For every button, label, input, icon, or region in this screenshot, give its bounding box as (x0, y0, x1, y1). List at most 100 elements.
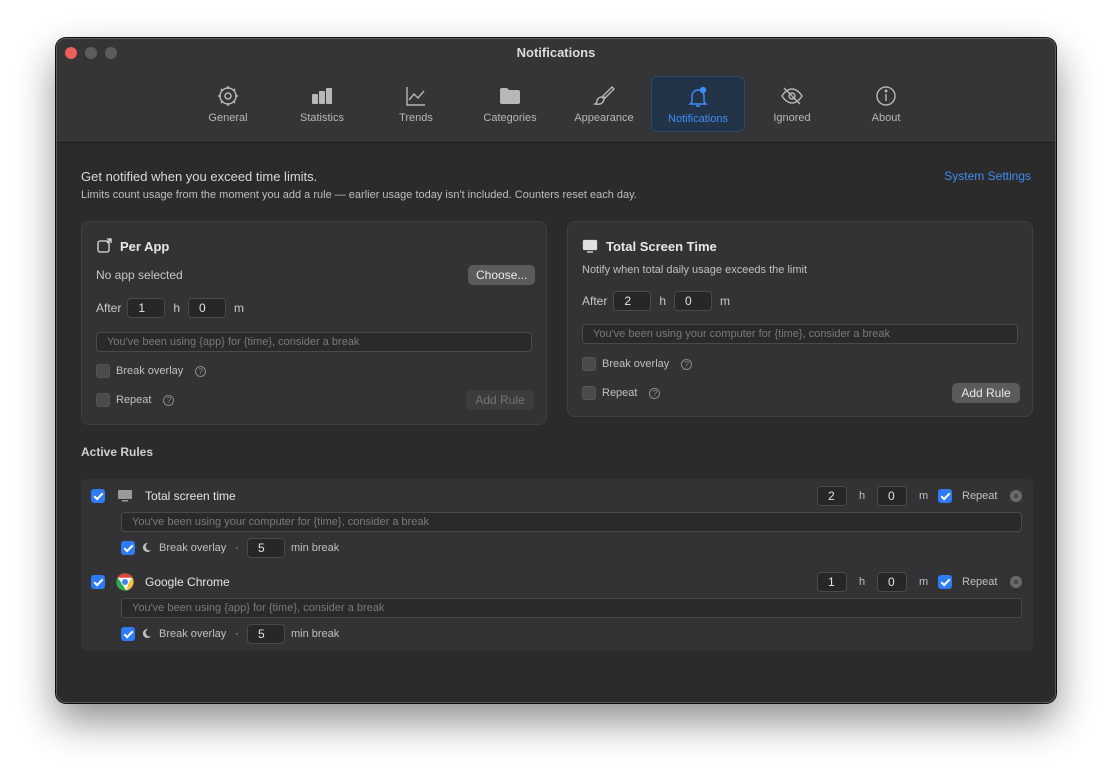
total-header: Total Screen Time (582, 238, 717, 254)
tab-trends[interactable]: Trends (369, 76, 463, 132)
remove-rule-icon[interactable]: × (1010, 490, 1022, 502)
after-label: After (582, 294, 608, 308)
help-icon[interactable]: ? (681, 358, 693, 370)
monitor-icon (582, 239, 598, 253)
total-minutes-field[interactable]: 0 (674, 291, 713, 311)
per-app-hours-field[interactable]: 1 (127, 298, 166, 318)
rule-minutes-field[interactable]: 0 (877, 572, 907, 592)
system-settings-link[interactable]: System Settings (944, 169, 1031, 183)
rule-minutes-field[interactable]: 0 (877, 486, 907, 506)
hours-unit: h (859, 490, 866, 502)
separator-dot: · (235, 542, 239, 554)
break-overlay-label: Break overlay (159, 628, 227, 640)
help-icon[interactable]: ? (163, 394, 175, 406)
break-overlay-label: Break overlay (116, 365, 184, 377)
active-rules-title: Active Rules (81, 445, 154, 459)
per-app-add-rule-button[interactable]: Add Rule (466, 390, 534, 410)
rule-repeat-checkbox[interactable] (938, 489, 952, 503)
eye-slash-icon (781, 87, 803, 105)
tab-about-label: About (871, 112, 901, 124)
per-app-break-overlay-checkbox[interactable] (96, 364, 110, 378)
break-overlay-label: Break overlay (159, 542, 227, 554)
tab-ignored-label: Ignored (773, 112, 811, 124)
tab-appearance[interactable]: Appearance (557, 76, 651, 132)
tab-categories-label: Categories (483, 112, 537, 124)
minutes-unit: m (919, 576, 929, 588)
total-repeat-checkbox[interactable] (582, 386, 596, 400)
rule-enabled-checkbox[interactable] (91, 575, 105, 589)
bar-chart-icon (312, 88, 332, 104)
tab-categories[interactable]: Categories (463, 76, 557, 132)
tab-about[interactable]: About (839, 76, 933, 132)
list-item: Google Chrome 1 h 0 m Repeat × You've be… (81, 565, 1033, 651)
rule-hours-field[interactable]: 1 (817, 572, 847, 592)
minutes-unit: m (234, 301, 245, 315)
rule-message-input[interactable]: You've been using {app} for {time}, cons… (121, 598, 1022, 618)
moon-icon (142, 542, 152, 553)
tab-ignored[interactable]: Ignored (745, 76, 839, 132)
hours-unit: h (859, 576, 866, 588)
active-rules-list: Total screen time 2 h 0 m Repeat × You'v… (81, 479, 1033, 651)
per-app-minutes-field[interactable]: 0 (188, 298, 227, 318)
per-app-title: Per App (120, 238, 170, 254)
tab-bar: General Statistics Trends Categories App… (181, 76, 933, 132)
monitor-icon (118, 490, 132, 502)
intro-subtitle: Limits count usage from the moment you a… (81, 189, 637, 201)
remove-rule-icon[interactable]: × (1010, 576, 1022, 588)
repeat-label: Repeat (602, 387, 638, 399)
rule-hours-field[interactable]: 2 (817, 486, 847, 506)
toolbar: Notifications General Statistics Trends … (57, 39, 1055, 143)
separator-dot: · (235, 628, 239, 640)
tab-appearance-label: Appearance (574, 112, 634, 124)
total-hours-field[interactable]: 2 (613, 291, 652, 311)
break-minutes-field[interactable]: 5 (247, 538, 285, 558)
min-break-label: min break (291, 628, 340, 640)
rule-enabled-checkbox[interactable] (91, 489, 105, 503)
min-break-label: min break (291, 542, 340, 554)
total-add-rule-button[interactable]: Add Rule (952, 383, 1020, 403)
per-app-message-input[interactable]: You've been using {app} for {time}, cons… (96, 332, 532, 352)
line-chart-icon (406, 87, 425, 106)
moon-icon (142, 628, 152, 639)
help-icon[interactable]: ? (649, 387, 661, 399)
paintbrush-icon (592, 86, 615, 105)
rule-message-input[interactable]: You've been using your computer for {tim… (121, 512, 1022, 532)
choose-app-button[interactable]: Choose... (468, 265, 536, 285)
window-title: Notifications (516, 45, 596, 60)
tab-statistics-label: Statistics (299, 112, 344, 124)
preferences-window: Notifications General Statistics Trends … (56, 38, 1056, 703)
gear-icon (218, 86, 238, 106)
help-icon[interactable]: ? (195, 365, 207, 377)
total-break-overlay-checkbox[interactable] (582, 357, 596, 371)
rule-name: Total screen time (145, 489, 236, 503)
repeat-label: Repeat (962, 576, 998, 588)
hours-unit: h (173, 301, 181, 315)
rule-break-overlay-checkbox[interactable] (121, 627, 135, 641)
total-title: Total Screen Time (606, 238, 717, 254)
per-app-repeat-checkbox[interactable] (96, 393, 110, 407)
tab-notifications-label: Notifications (668, 113, 728, 125)
minutes-unit: m (919, 490, 929, 502)
after-label: After (96, 301, 122, 315)
total-description: Notify when total daily usage exceeds th… (582, 264, 808, 276)
hours-unit: h (659, 294, 667, 308)
break-overlay-label: Break overlay (602, 358, 670, 370)
list-item: Total screen time 2 h 0 m Repeat × You'v… (81, 479, 1033, 565)
tab-notifications[interactable]: Notifications (651, 76, 745, 132)
rule-repeat-checkbox[interactable] (938, 575, 952, 589)
tab-trends-label: Trends (399, 112, 433, 124)
folder-icon (500, 88, 520, 104)
total-message-input[interactable]: You've been using your computer for {tim… (582, 324, 1018, 344)
total-screen-time-card: Total Screen Time Notify when total dail… (567, 221, 1033, 417)
rule-break-overlay-checkbox[interactable] (121, 541, 135, 555)
no-app-selected-text: No app selected (96, 268, 183, 282)
chrome-icon (116, 573, 134, 591)
break-minutes-field[interactable]: 5 (247, 624, 285, 644)
repeat-label: Repeat (116, 394, 152, 406)
per-app-card: Per App No app selected Choose... After … (81, 221, 547, 425)
tab-statistics[interactable]: Statistics (275, 76, 369, 132)
tab-general[interactable]: General (181, 76, 275, 132)
per-app-header: Per App (96, 238, 169, 254)
minutes-unit: m (720, 294, 731, 308)
rule-name: Google Chrome (145, 575, 230, 589)
